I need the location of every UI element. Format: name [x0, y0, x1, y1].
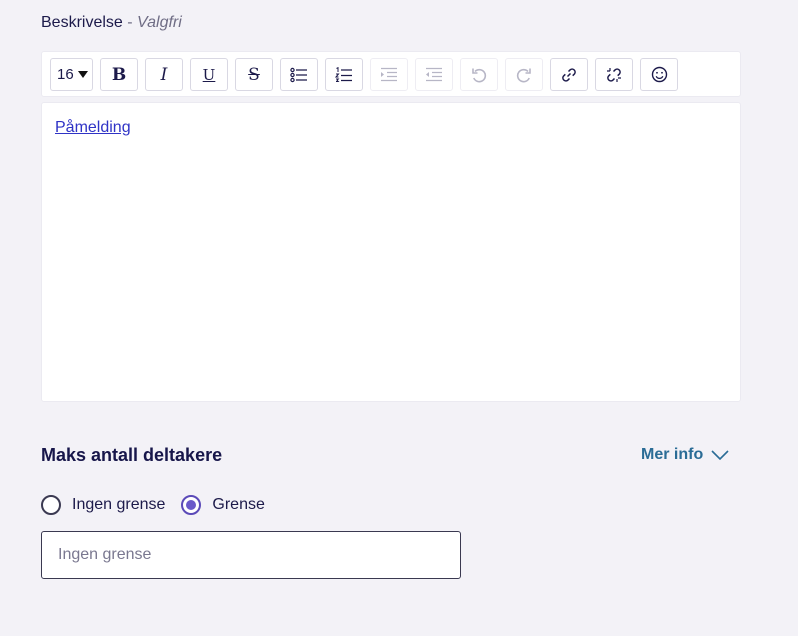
emoji-button[interactable] — [640, 58, 678, 91]
max-participants-title: Maks antall deltakere — [41, 445, 223, 465]
underline-button[interactable]: U — [190, 58, 228, 91]
strikethrough-button[interactable]: S — [235, 58, 273, 91]
outdent-button[interactable] — [415, 58, 453, 91]
limit-radio-group: Ingen grense Grense — [41, 495, 265, 515]
redo-button[interactable] — [505, 58, 543, 91]
undo-icon — [472, 68, 487, 82]
unlink-button[interactable] — [595, 58, 633, 91]
strikethrough-icon: S — [248, 64, 260, 85]
link-button[interactable] — [550, 58, 588, 91]
outdent-icon — [426, 67, 442, 81]
undo-button[interactable] — [460, 58, 498, 91]
indent-button[interactable] — [370, 58, 408, 91]
more-info-toggle[interactable]: Mer info — [641, 446, 729, 464]
numbered-list-button[interactable] — [325, 58, 363, 91]
italic-icon: I — [160, 64, 168, 85]
bold-icon: B — [111, 64, 127, 85]
numbered-list-icon — [335, 66, 352, 82]
redo-icon — [516, 68, 531, 82]
font-size-value: 16 — [57, 66, 74, 83]
caret-down-icon — [77, 71, 88, 78]
chevron-down-icon — [711, 450, 729, 460]
bullet-list-button[interactable] — [280, 58, 318, 91]
description-label: Beskrivelse - Valgfri — [41, 14, 182, 32]
more-info-label: Mer info — [641, 446, 704, 463]
radio-selected-dot — [186, 500, 197, 510]
editor-toolbar: 16 B I U S — [41, 51, 741, 97]
description-label-text: Beskrivelse — [41, 14, 123, 31]
limit-radio[interactable] — [181, 495, 202, 515]
emoji-icon — [651, 66, 667, 83]
description-editor[interactable]: Påmelding — [41, 102, 741, 402]
underline-icon: U — [202, 65, 216, 84]
no-limit-radio[interactable] — [41, 495, 61, 515]
italic-button[interactable]: I — [145, 58, 183, 91]
indent-icon — [381, 67, 397, 81]
bold-button[interactable]: B — [100, 58, 138, 91]
description-optional-text: Valgfri — [137, 14, 182, 31]
pamelding-link[interactable]: Påmelding — [55, 119, 131, 136]
bullet-list-icon — [290, 67, 307, 82]
unlink-icon — [607, 67, 621, 82]
description-label-separator: - — [127, 14, 133, 31]
font-size-select[interactable]: 16 — [50, 58, 93, 91]
link-icon — [562, 67, 576, 82]
no-limit-label[interactable]: Ingen grense — [72, 496, 165, 514]
max-participants-input[interactable] — [41, 531, 461, 579]
limit-label[interactable]: Grense — [212, 496, 264, 514]
